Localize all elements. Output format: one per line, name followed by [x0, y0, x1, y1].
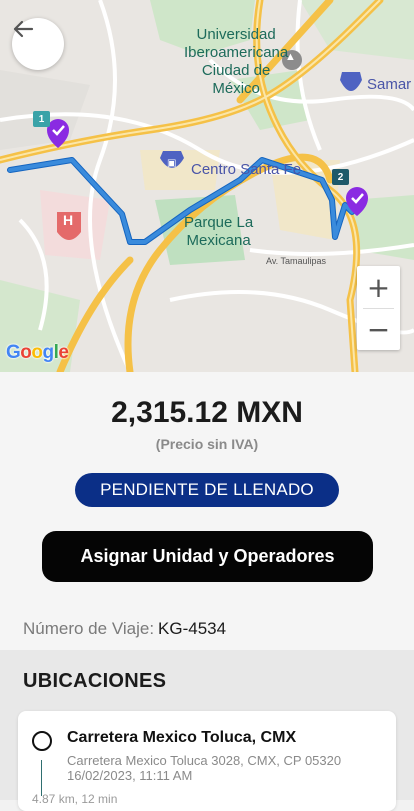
- arrow-left-icon: [13, 20, 34, 38]
- origin-circle-icon: [32, 731, 52, 751]
- trip-number-value: KG-4534: [158, 619, 227, 638]
- location-address: Carretera Mexico Toluca 3028, CMX, CP 05…: [67, 753, 342, 768]
- marker-2-badge[interactable]: 2: [332, 169, 349, 185]
- back-button[interactable]: [12, 18, 64, 70]
- location-details: Carretera Mexico Toluca 3028, CMX, CP 05…: [67, 753, 341, 783]
- price-note: (Precio sin IVA): [155, 436, 259, 452]
- price-amount: 2,315.12 MXN: [111, 396, 303, 429]
- zoom-divider: [363, 308, 394, 309]
- assign-unit-button[interactable]: Asignar Unidad y Operadores: [42, 531, 373, 582]
- shopping-bag-icon: ▣: [167, 158, 177, 169]
- map-label-park: Parque La Mexicana: [184, 214, 254, 249]
- marker-1-badge[interactable]: 1: [33, 111, 50, 127]
- locations-title: UBICACIONES: [23, 670, 167, 692]
- graduation-cap-icon: ▲: [285, 51, 296, 63]
- zoom-in-button[interactable]: +: [357, 266, 400, 308]
- trip-number: Número de Viaje: KG-4534: [23, 619, 226, 639]
- google-logo[interactable]: Google: [6, 342, 69, 364]
- map-label-street: Av. Tamaulipas: [266, 256, 327, 266]
- zoom-out-button[interactable]: −: [357, 308, 400, 350]
- location-title: Carretera Mexico Toluca, CMX: [67, 729, 297, 746]
- map-label-store: Samar: [367, 76, 412, 93]
- hospital-icon: H: [63, 212, 74, 228]
- location-distance: 4.87 km, 12 min: [32, 792, 118, 806]
- trip-number-label: Número de Viaje:: [23, 619, 155, 638]
- map-label-mall: Centro Santa Fe: [191, 161, 302, 178]
- route-connector-line: [41, 760, 42, 796]
- location-datetime: 16/02/2023, 11:11 AM: [67, 768, 193, 783]
- map-label-university: Universidad Iberoamericana Ciudad de Méx…: [184, 26, 289, 97]
- status-badge: PENDIENTE DE LLENADO: [75, 473, 339, 507]
- route-map[interactable]: Universidad Iberoamericana Ciudad de Méx…: [0, 0, 414, 372]
- zoom-controls: + −: [357, 266, 400, 350]
